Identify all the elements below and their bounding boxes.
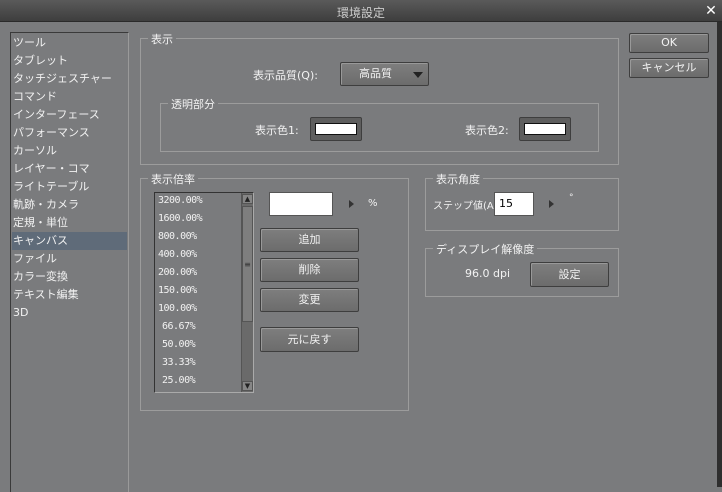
sidebar-item[interactable]: 定規・単位: [12, 214, 127, 232]
color1-label: 表示色1:: [255, 124, 299, 137]
sidebar-item[interactable]: パフォーマンス: [12, 124, 127, 142]
window-title: 環境設定: [336, 6, 385, 20]
window-border: [717, 22, 722, 487]
sidebar-item[interactable]: 軌跡・カメラ: [12, 196, 127, 214]
zoom-list-item[interactable]: 100.00%: [158, 303, 197, 314]
zoom-list-item[interactable]: 1600.00%: [158, 213, 203, 224]
step-label: ステップ値(A):: [433, 201, 502, 212]
cancel-button[interactable]: キャンセル: [629, 58, 709, 78]
scroll-down-icon[interactable]: ▼: [242, 381, 253, 391]
step-input[interactable]: 15: [494, 192, 534, 216]
scroll-up-icon[interactable]: ▲: [242, 194, 253, 204]
slider-arrow-icon[interactable]: [349, 200, 354, 208]
resolution-value: 96.0 dpi: [465, 267, 511, 280]
add-button[interactable]: 追加: [260, 228, 359, 252]
zoom-value-input[interactable]: [269, 192, 333, 216]
sidebar-item[interactable]: インターフェース: [12, 106, 127, 124]
ok-button[interactable]: OK: [629, 33, 709, 53]
sidebar-item[interactable]: カラー変換: [12, 268, 127, 286]
zoom-list-scrollbar[interactable]: ▲ ≡ ▼: [241, 193, 253, 392]
zoom-list-item[interactable]: 400.00%: [158, 249, 197, 260]
zoom-list-item[interactable]: 3200.00%: [158, 195, 203, 206]
zoom-list-item[interactable]: 25.00%: [162, 375, 196, 386]
sidebar-item[interactable]: キャンバス: [12, 232, 127, 250]
sidebar-item[interactable]: タッチジェスチャー: [12, 70, 127, 88]
color2-swatch[interactable]: [519, 117, 571, 141]
sidebar-item[interactable]: レイヤー・コマ: [12, 160, 127, 178]
zoom-list-item[interactable]: 150.00%: [158, 285, 197, 296]
sidebar-item[interactable]: ツール: [12, 34, 127, 52]
sidebar-item[interactable]: ファイル: [12, 250, 127, 268]
quality-value: 高品質: [359, 67, 392, 80]
zoom-list-item[interactable]: 33.33%: [162, 357, 196, 368]
zoom-unit: %: [368, 198, 378, 209]
quality-label: 表示品質(Q):: [253, 69, 318, 82]
quality-dropdown[interactable]: 高品質: [340, 62, 429, 86]
change-button[interactable]: 変更: [260, 288, 359, 312]
zoom-list-item[interactable]: 200.00%: [158, 267, 197, 278]
sidebar-item[interactable]: テキスト編集: [12, 286, 127, 304]
sidebar-item[interactable]: 3D: [12, 304, 127, 322]
scroll-thumb[interactable]: ≡: [242, 206, 253, 322]
zoom-list-item[interactable]: 66.67%: [162, 321, 196, 332]
zoom-list-item[interactable]: 50.00%: [162, 339, 196, 350]
reset-button[interactable]: 元に戻す: [260, 327, 359, 352]
resolution-group-title: ディスプレイ解像度: [433, 241, 538, 257]
angle-group-title: 表示角度: [433, 171, 483, 187]
color1-swatch[interactable]: [310, 117, 362, 141]
zoom-list[interactable]: 3200.00% 1600.00% 800.00% 400.00% 200.00% 150…: [154, 192, 254, 393]
category-list[interactable]: ツール タブレット タッチジェスチャー コマンド インターフェース パフォーマンス カーソル…: [10, 32, 129, 492]
transparent-group-title: 透明部分: [168, 96, 218, 112]
angle-unit: °: [569, 193, 574, 203]
zoom-group-title: 表示倍率: [148, 171, 198, 187]
zoom-list-item[interactable]: 800.00%: [158, 231, 197, 242]
sidebar-item[interactable]: ライトテーブル: [12, 178, 127, 196]
resolution-set-button[interactable]: 設定: [530, 262, 609, 287]
sidebar-item[interactable]: コマンド: [12, 88, 127, 106]
display-group-title: 表示: [148, 31, 176, 47]
close-icon[interactable]: ✕: [702, 2, 720, 20]
sidebar-item[interactable]: タブレット: [12, 52, 127, 70]
color2-label: 表示色2:: [465, 124, 509, 137]
chevron-down-icon: [413, 72, 423, 78]
sidebar-item[interactable]: カーソル: [12, 142, 127, 160]
slider-arrow-icon[interactable]: [549, 200, 554, 208]
delete-button[interactable]: 削除: [260, 258, 359, 282]
